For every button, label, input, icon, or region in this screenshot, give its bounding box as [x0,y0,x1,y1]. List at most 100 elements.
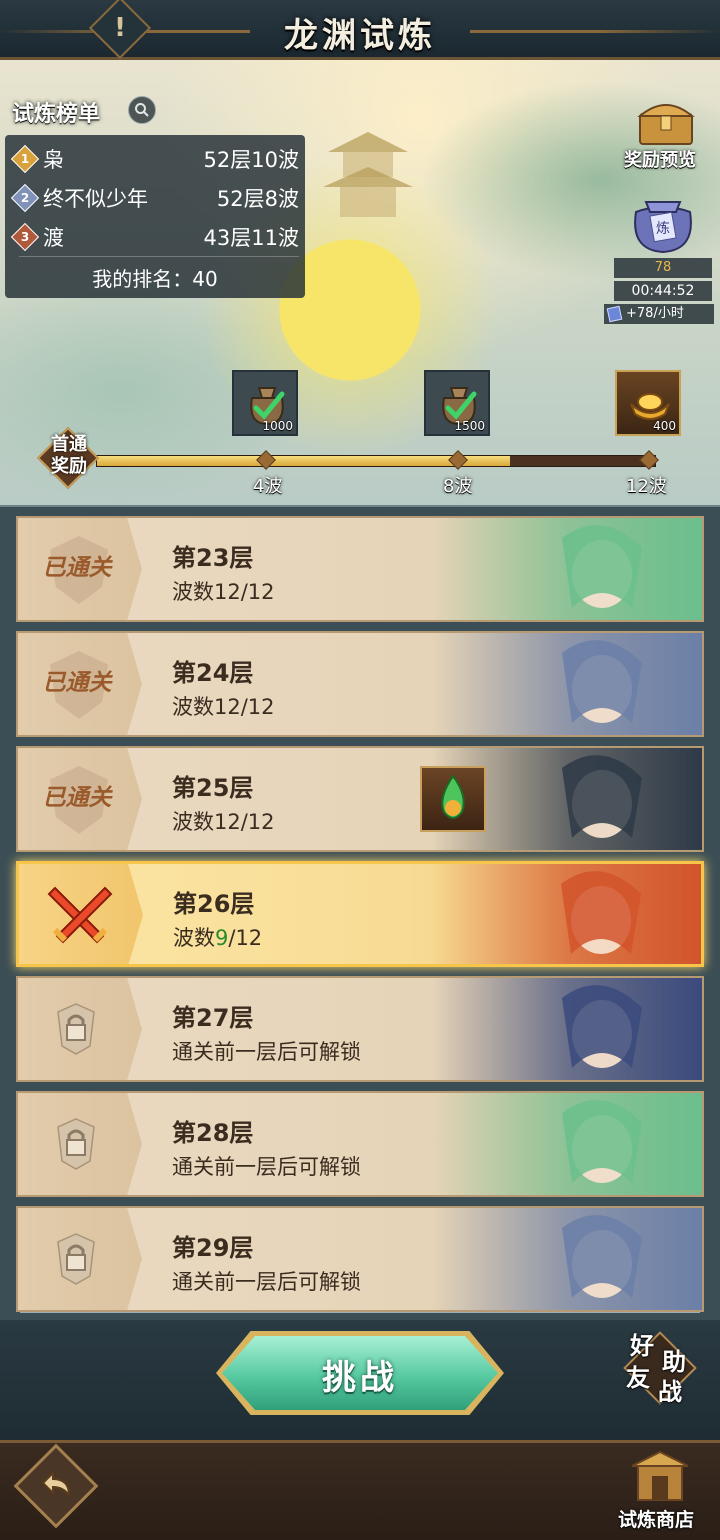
hero-portrait [432,518,702,620]
friend-help-char: 友 [626,1364,650,1392]
bag-timer: 00:44:52 [614,281,712,301]
hero-portrait [432,978,702,1080]
first-clear-progress-bar [96,455,656,467]
wave-total: /12 [240,580,275,604]
lock-icon [57,1118,95,1170]
leaderboard-title[interactable]: 试炼榜单 [12,96,100,128]
floor-subtitle: 波数9/12 [173,922,262,952]
floor-name: 第29层 [172,1234,254,1262]
green-flame-icon [441,774,465,819]
friend-help-char: 战 [658,1378,682,1406]
badge-text: 首通 奖励 [51,434,87,477]
back-arrow-icon [41,1470,71,1499]
floor-name: 第24层 [172,659,254,687]
wave-total: /12 [240,695,275,719]
milestone-reward-8[interactable]: 1500 [424,370,490,436]
floor-name: 第27层 [172,1004,254,1032]
leaderboard-row: 1 枭 52层10波 [10,141,299,177]
floor-row[interactable]: 第28层通关前一层后可解锁 [16,1091,704,1197]
floor-status: 已通关 [42,785,112,811]
wave-current: 9 [215,926,229,950]
floor-status: 已通关 [42,670,112,696]
leaderboard-panel: 1 枭 52层10波 2 终不似少年 52层8波 3 渡 43层11波 我的排名… [5,135,305,298]
wave-current: 12 [214,810,241,834]
trial-bag-icon[interactable]: 炼 [626,190,700,256]
rank-medal-icon: 2 [10,183,40,213]
wave-total: /12 [228,926,263,950]
wave-label: 波数 [173,926,215,950]
leaderboard-row: 3 渡 43层11波 [10,219,299,255]
friend-help-char: 好 [630,1332,654,1360]
bag-rate: +78/小时 [604,304,714,324]
floor-name: 第26层 [173,890,255,918]
player-name: 渡 [43,226,64,250]
milestone-reward-4[interactable]: 1000 [232,370,298,436]
pagoda-illustration [323,132,413,217]
player-score: 43层11波 [203,226,299,250]
wave-label: 波数 [172,695,214,719]
milestone-label: 4波 [253,476,283,497]
svg-text:炼: 炼 [656,221,670,237]
my-rank: 我的排名：40 [92,267,218,291]
page-title: 龙渊试炼 [284,16,436,56]
floor-subtitle: 通关前一层后可解锁 [172,1270,361,1294]
challenge-button[interactable]: 挑战 [222,1336,498,1410]
wave-total: /12 [240,810,275,834]
player-score: 52层10波 [203,148,299,172]
reward-amount: 1000 [262,419,293,433]
reward-amount: 400 [653,419,676,433]
player-score: 52层8波 [216,187,299,211]
footer-bar [0,1440,720,1540]
divider [19,256,299,257]
shop-icon[interactable] [628,1448,692,1504]
bag-count: 78 [614,258,712,278]
floor-row[interactable]: 已通关 第24层波数12/12 [16,631,704,737]
wave-label: 波数 [172,580,214,604]
floor-reward-item[interactable] [420,766,486,832]
milestone-reward-12[interactable]: 400 [615,370,681,436]
milestone-label: 12波 [626,476,667,497]
bag-rate-text: +78/小时 [626,306,684,321]
floor-subtitle: 波数12/12 [172,691,275,721]
hero-portrait [431,864,701,964]
floor-name: 第23层 [172,544,254,572]
crossed-swords-icon [47,886,113,944]
floor-row[interactable]: 已通关 第23层 波数12/12 [16,516,704,622]
divider [20,1312,700,1313]
leaderboard-row: 2 终不似少年 52层8波 [10,180,299,216]
hero-portrait [432,1093,702,1195]
floor-subtitle: 波数12/12 [172,806,275,836]
leaderboard-search-icon[interactable] [128,96,156,124]
rank-medal-icon: 1 [10,144,40,174]
friend-help-button[interactable]: 好 助 友 战 [620,1331,700,1406]
reward-preview-label[interactable]: 奖励预览 [624,146,696,172]
floor-subtitle: 通关前一层后可解锁 [172,1155,361,1179]
top-bar: ! 龙渊试炼 [0,0,720,60]
hero-portrait [432,1208,702,1310]
floor-subtitle: 波数12/12 [172,576,275,606]
first-clear-badge: 首通 奖励 [36,426,102,490]
challenge-label: 挑战 [322,1358,398,1398]
wave-current: 12 [214,580,241,604]
floor-subtitle: 通关前一层后可解锁 [172,1040,361,1064]
rank-medal-icon: 3 [10,222,40,252]
floor-row[interactable]: 第27层通关前一层后可解锁 [16,976,704,1082]
wave-label: 波数 [172,810,214,834]
hero-portrait [432,633,702,735]
reward-amount: 1500 [454,419,485,433]
player-name: 枭 [43,148,64,172]
shop-label[interactable]: 试炼商店 [618,1505,694,1532]
wave-current: 12 [214,695,241,719]
lock-icon [57,1003,95,1055]
floor-name: 第25层 [172,774,254,802]
floor-row[interactable]: 第29层通关前一层后可解锁 [16,1206,704,1312]
player-name: 终不似少年 [43,187,148,211]
floor-row[interactable]: 第26层波数9/12 [16,861,704,967]
treasure-chest-icon[interactable] [636,98,696,146]
lock-icon [57,1233,95,1285]
milestone-label: 8波 [443,476,473,497]
progress-fill [97,456,510,466]
ticket-icon [606,305,623,323]
floor-row[interactable]: 已通关 第25层波数12/12 [16,746,704,852]
floor-name: 第28层 [172,1119,254,1147]
